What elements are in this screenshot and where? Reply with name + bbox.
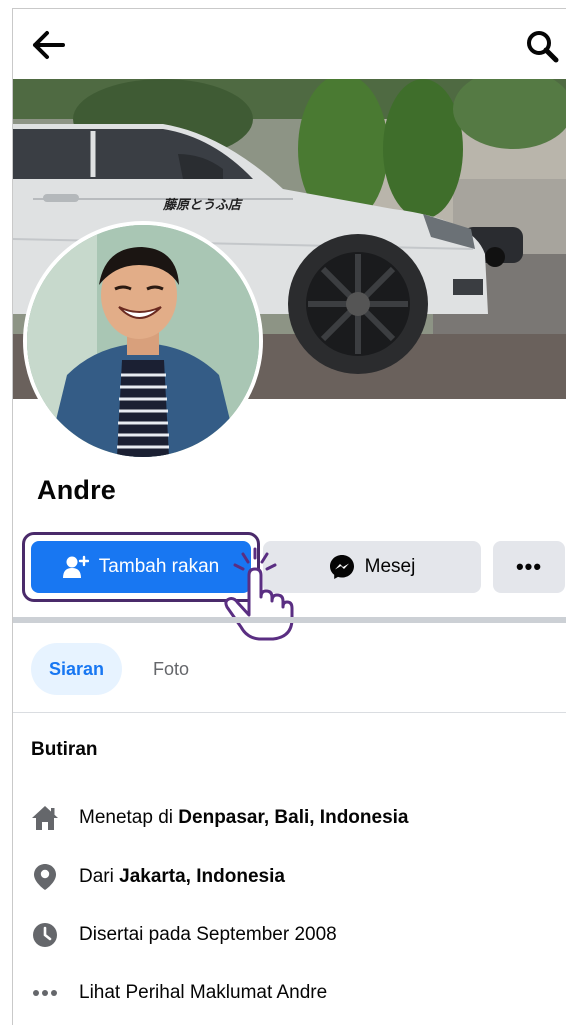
detail-text-lives-in: Menetap di Denpasar, Bali, Indonesia xyxy=(79,807,409,828)
profile-picture[interactable] xyxy=(23,221,263,461)
add-friend-icon xyxy=(62,555,89,578)
profile-name: Andre xyxy=(37,475,117,505)
detail-row-joined: Disertai pada September 2008 xyxy=(31,918,561,952)
detail-row-from: Dari Jakarta, Indonesia xyxy=(31,860,561,894)
tab-posts[interactable]: Siaran xyxy=(31,643,123,695)
section-divider xyxy=(13,617,566,623)
tab-photos[interactable]: Foto xyxy=(135,643,207,695)
more-dots-label: ••• xyxy=(515,554,543,579)
detail-text-joined: Disertai pada September 2008 xyxy=(79,924,337,945)
clock-icon xyxy=(31,921,59,949)
message-button[interactable]: Mesej xyxy=(263,541,481,593)
location-pin-icon xyxy=(31,863,59,891)
profile-screen: 藤原とうふ店 Andre Tambah rakan Mesej ••• Siar… xyxy=(12,8,566,1025)
more-options-button[interactable]: ••• xyxy=(493,541,565,593)
avatar xyxy=(27,225,259,457)
see-about-info-link[interactable]: Lihat Perihal Maklumat Andre xyxy=(79,982,327,1004)
detail-text-from: Dari Jakarta, Indonesia xyxy=(79,866,285,887)
profile-actions: Tambah rakan Mesej ••• xyxy=(13,532,566,602)
add-friend-button[interactable]: Tambah rakan xyxy=(31,541,251,593)
home-icon xyxy=(31,804,59,832)
avatar-person-image xyxy=(27,225,259,457)
details-heading: Butiran xyxy=(31,739,98,760)
arrow-left-icon xyxy=(33,31,65,59)
tabs-divider xyxy=(13,712,566,713)
add-friend-label: Tambah rakan xyxy=(98,556,220,577)
message-label: Mesej xyxy=(364,556,416,577)
profile-tabs: Siaran Foto xyxy=(13,639,566,699)
back-button[interactable] xyxy=(31,29,67,61)
search-button[interactable] xyxy=(525,29,559,63)
detail-row-about[interactable]: Lihat Perihal Maklumat Andre xyxy=(31,976,561,1010)
search-icon xyxy=(527,31,559,63)
top-bar xyxy=(13,9,566,79)
detail-row-lives-in: Menetap di Denpasar, Bali, Indonesia xyxy=(31,801,561,835)
cover-sticker-text: 藤原とうふ店 xyxy=(162,197,243,213)
messenger-icon xyxy=(329,555,354,579)
more-dots-icon xyxy=(31,979,59,1007)
